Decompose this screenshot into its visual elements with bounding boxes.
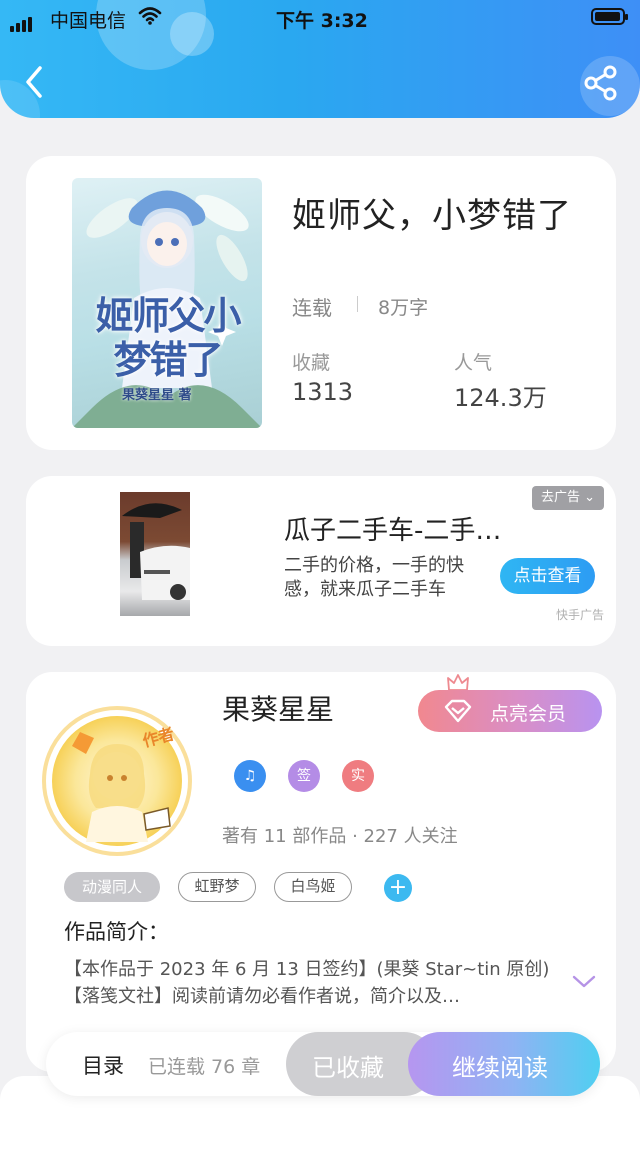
wifi-icon xyxy=(138,7,162,25)
ad-description: 二手的价格，一手的快感，就来瓜子二手车 xyxy=(284,555,464,600)
author-card: 作者 果葵星星 点亮会员 ♫ 签 实 著有 11 部作品 · 227 人关注 动… xyxy=(26,672,616,1072)
battery-level xyxy=(595,12,620,21)
chevron-left-icon xyxy=(26,66,42,98)
collect-label: 收藏 xyxy=(292,352,331,374)
ad-view-button[interactable]: 点击查看 xyxy=(500,558,595,594)
continue-reading-button[interactable]: 继续阅读 xyxy=(408,1032,600,1096)
popularity-label: 人气 xyxy=(454,352,493,374)
book-info-card: 姬师父小梦错了 果葵星星 著 姬师父，小梦错了 连载 8万字 收藏 1313 人… xyxy=(26,156,616,450)
author-works-followers: 著有 11 部作品 · 227 人关注 xyxy=(222,826,458,847)
tag-item[interactable]: 动漫同人 xyxy=(64,872,160,902)
bottom-action-bar: 目录 已连载 76 章 已收藏 继续阅读 xyxy=(46,1032,600,1096)
share-button[interactable] xyxy=(582,64,620,102)
cellular-signal-icon xyxy=(10,10,34,32)
intro-heading: 作品简介： xyxy=(64,920,169,944)
collect-count: 1313 xyxy=(292,378,354,406)
music-badge-icon[interactable]: ♫ xyxy=(234,760,266,792)
book-cover[interactable]: 姬师父小梦错了 果葵星星 著 xyxy=(72,178,262,428)
status-bar: 中国电信 下午 3:32 xyxy=(0,0,640,36)
tag-item[interactable]: 虹野梦 xyxy=(178,872,256,902)
verified-badge-icon[interactable]: 实 xyxy=(342,760,374,792)
top-header: 中国电信 下午 3:32 xyxy=(0,0,640,118)
diamond-icon xyxy=(444,699,472,723)
chevron-down-icon xyxy=(572,975,596,988)
collected-label: 已收藏 xyxy=(312,1054,384,1082)
popularity-value: 124.3万 xyxy=(454,384,547,412)
expand-intro-button[interactable] xyxy=(570,972,598,992)
carrier-name: 中国电信 xyxy=(50,10,127,32)
ad-thumbnail xyxy=(120,492,190,616)
ad-image xyxy=(122,503,190,600)
ad-source: 快手广告 xyxy=(556,608,605,622)
clock: 下午 3:32 xyxy=(276,10,368,32)
cover-author-art: 果葵星星 著 xyxy=(122,388,192,403)
remove-ad-button[interactable]: 去广告 ⌄ xyxy=(532,486,604,510)
add-tag-button[interactable]: + xyxy=(384,874,412,902)
book-title: 姬师父，小梦错了 xyxy=(292,196,572,236)
intro-text: 【本作品于 2023 年 6 月 13 日签约】(果葵 Star~tin 原创)… xyxy=(64,959,550,1007)
chapter-count: 已连载 76 章 xyxy=(148,1056,261,1078)
cover-title-art: 姬师父小梦错了 xyxy=(95,293,241,382)
battery-icon xyxy=(591,8,628,25)
ad-card[interactable]: 去广告 ⌄ 瓜子二手车-二手… 二手的价格，一手的快感，就来瓜子二手车 点击查看… xyxy=(26,476,616,646)
continue-reading-label: 继续阅读 xyxy=(452,1054,548,1082)
tag-item[interactable]: 白鸟姬 xyxy=(274,872,352,902)
vip-button-label: 点亮会员 xyxy=(490,703,567,725)
signed-badge-icon[interactable]: 签 xyxy=(288,760,320,792)
back-button[interactable] xyxy=(20,62,50,102)
ad-title: 瓜子二手车-二手… xyxy=(284,516,502,546)
divider xyxy=(357,296,358,312)
share-icon xyxy=(584,65,617,101)
toc-button[interactable]: 目录 xyxy=(82,1050,124,1080)
book-status: 连载 xyxy=(292,296,332,320)
word-count: 8万字 xyxy=(378,297,429,319)
author-name: 果葵星星 xyxy=(222,693,335,726)
vip-membership-button[interactable]: 点亮会员 xyxy=(418,690,602,732)
